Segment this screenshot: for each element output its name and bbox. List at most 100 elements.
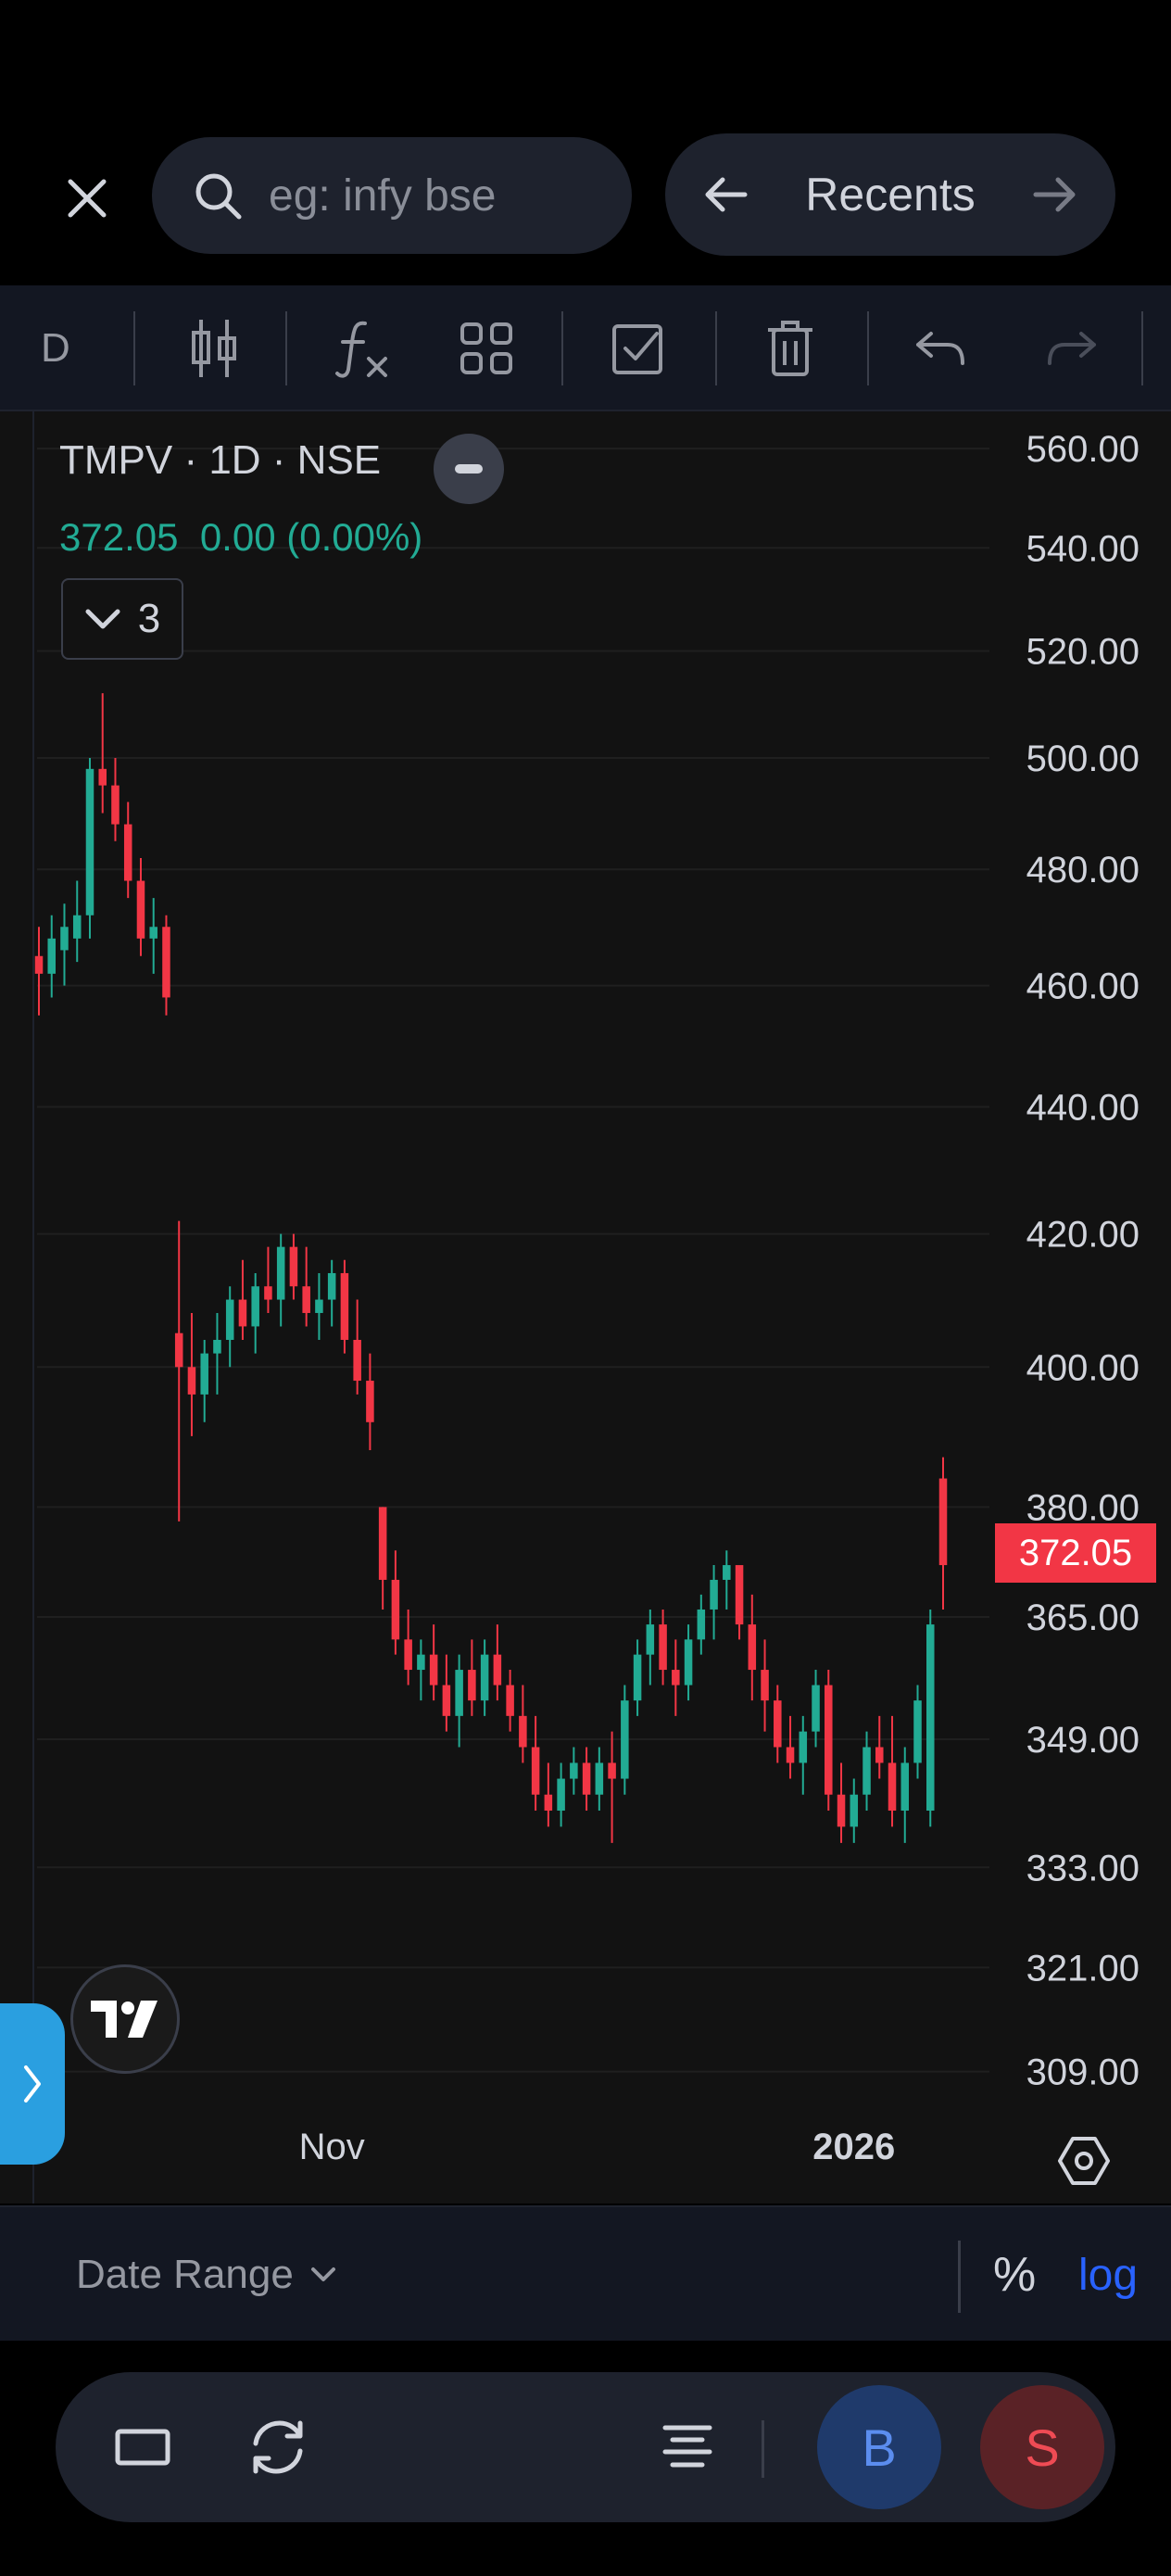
candle-body — [544, 1794, 553, 1812]
bottom-actions: B S — [56, 2372, 1115, 2522]
candle-body — [72, 915, 82, 939]
indicators-button[interactable] — [330, 285, 395, 411]
candle-body — [659, 1624, 667, 1671]
tradingview-logo-icon — [91, 2001, 157, 2038]
indicators-toggle[interactable]: 3 — [61, 578, 183, 660]
redo-button[interactable] — [1039, 285, 1104, 411]
candle-body — [531, 1747, 540, 1795]
axis-settings-button[interactable] — [1054, 2131, 1114, 2191]
candle-body — [608, 1762, 616, 1779]
side-panel-handle[interactable] — [0, 2003, 65, 2165]
trash-icon — [768, 321, 812, 376]
candle-body — [875, 1747, 884, 1763]
toolbar-divider — [285, 311, 287, 385]
recents-label[interactable]: Recents — [805, 168, 975, 221]
time-axis[interactable]: Nov 2026 — [299, 2127, 896, 2167]
candle-body — [162, 927, 170, 998]
candle-body — [302, 1286, 310, 1313]
candle-body — [493, 1654, 502, 1686]
candle-body — [812, 1685, 820, 1732]
legend-change-percent: (0.00%) — [286, 515, 423, 559]
close-button[interactable] — [52, 163, 122, 234]
candle-body — [276, 1246, 285, 1300]
legend-price: 372.05 0.00 (0.00%) — [59, 515, 422, 560]
select-button[interactable] — [606, 285, 671, 411]
x-tick-label: Nov — [299, 2127, 365, 2167]
refresh-button[interactable] — [232, 2372, 324, 2522]
chevron-right-icon — [24, 2065, 41, 2102]
candle-body — [187, 1367, 196, 1395]
toolbar-divider — [1141, 311, 1143, 385]
candle-body — [264, 1286, 272, 1300]
candle-body — [850, 1794, 859, 1827]
candle-body — [378, 1507, 387, 1580]
legend-collapse-button[interactable] — [434, 434, 504, 504]
minus-icon — [455, 464, 483, 474]
candle-body — [723, 1565, 731, 1580]
search-input[interactable] — [269, 170, 602, 221]
candle-body — [519, 1715, 527, 1748]
y-tick-label: 321.00 — [1026, 1948, 1140, 1989]
y-tick-label: 460.00 — [1026, 966, 1140, 1007]
chevron-down-icon — [85, 609, 120, 629]
candle-body — [900, 1762, 910, 1812]
candle-body — [442, 1685, 451, 1716]
undo-icon — [916, 332, 964, 365]
candle-body — [786, 1747, 795, 1763]
recents-navigator: Recents — [665, 133, 1115, 256]
range-bar: Date Range % log — [0, 2205, 1171, 2341]
buy-button[interactable]: B — [817, 2385, 941, 2509]
x-tick-label: 2026 — [812, 2127, 895, 2167]
price-chart[interactable]: 560.00 540.00 520.00 500.00 480.00 460.00 440.… — [0, 411, 1171, 2203]
percent-scale-button[interactable]: % — [993, 2207, 1036, 2342]
candle-body — [938, 1478, 948, 1566]
candle-body — [238, 1299, 247, 1327]
candle-body — [404, 1639, 412, 1671]
y-tick-label: 365.00 — [1026, 1597, 1140, 1638]
candle-body — [85, 768, 94, 915]
arrow-left-icon[interactable] — [702, 176, 749, 213]
hexagon-settings-icon — [1058, 2137, 1110, 2185]
candle-body — [913, 1700, 922, 1763]
chart-type-button[interactable] — [182, 285, 246, 411]
y-tick-label: 309.00 — [1026, 2052, 1140, 2093]
indicator-count: 3 — [137, 596, 161, 641]
candle-body — [47, 938, 57, 974]
candle-body — [774, 1700, 782, 1748]
order-book-button[interactable] — [641, 2372, 734, 2522]
candle-body — [429, 1654, 438, 1686]
date-range-dropdown[interactable]: Date Range — [76, 2207, 336, 2342]
candle-body — [672, 1670, 680, 1686]
chart-toolbar: D — [0, 285, 1171, 411]
layouts-button[interactable] — [454, 285, 519, 411]
candle-body — [557, 1778, 565, 1812]
delete-button[interactable] — [758, 285, 823, 411]
sell-button[interactable]: S — [980, 2385, 1104, 2509]
date-range-label: Date Range — [76, 2252, 294, 2297]
bottom-bar: B S — [0, 2342, 1171, 2576]
search-icon — [195, 173, 242, 220]
candle-body — [863, 1747, 871, 1795]
interval-button[interactable]: D — [41, 285, 70, 411]
candle-body — [506, 1685, 514, 1716]
candle-body — [825, 1685, 833, 1795]
toolbar-divider — [867, 311, 869, 385]
candle-body — [761, 1670, 769, 1701]
fullscreen-button[interactable] — [96, 2372, 189, 2522]
arrow-right-icon[interactable] — [1032, 176, 1078, 213]
candle-body — [391, 1579, 400, 1640]
candle-body — [251, 1286, 259, 1327]
symbol-search[interactable] — [152, 137, 632, 254]
tradingview-logo[interactable] — [70, 1964, 180, 2074]
candle-body — [710, 1579, 718, 1610]
log-scale-button[interactable]: log — [1078, 2207, 1138, 2342]
price-axis[interactable]: 560.00 540.00 520.00 500.00 480.00 460.00 440.… — [1026, 429, 1140, 2092]
bottom-divider — [762, 2420, 764, 2478]
candle-body — [98, 768, 107, 786]
chart-legend[interactable]: TMPV · 1D · NSE — [59, 437, 381, 484]
undo-button[interactable] — [908, 285, 973, 411]
close-icon — [68, 179, 107, 218]
y-tick-label: 520.00 — [1026, 631, 1140, 672]
candle-body — [136, 880, 145, 939]
candle-body — [837, 1794, 846, 1827]
